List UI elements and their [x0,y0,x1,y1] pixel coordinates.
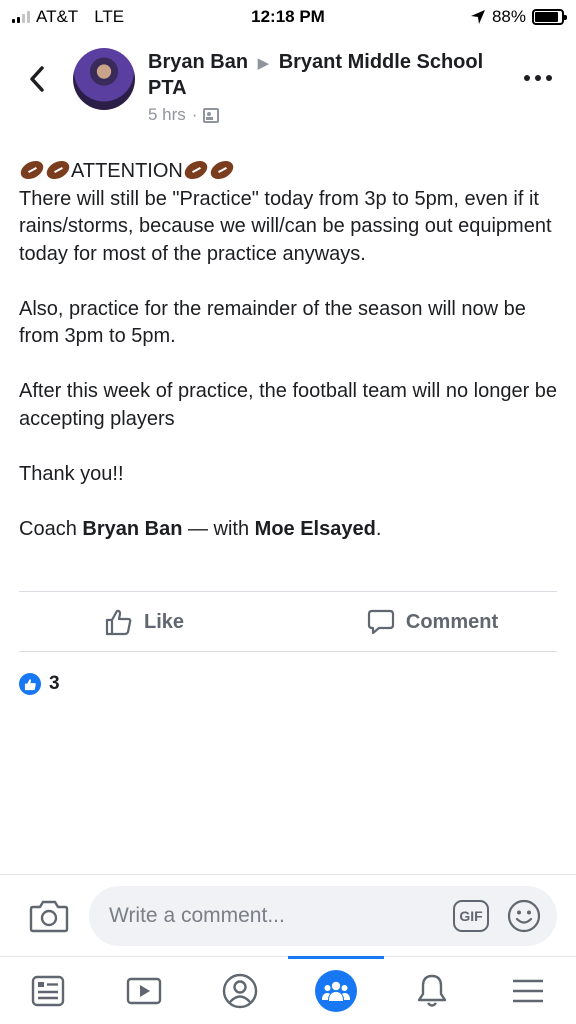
post-meta: 5 hrs · [148,105,220,125]
signoff-author-link[interactable]: Bryan Ban [82,518,182,540]
signoff-period: . [375,517,382,540]
location-arrow-icon [470,10,485,24]
attention-text: ATTENTION [71,160,183,182]
paragraph-3: After this week of practice, the footbal… [19,380,558,430]
bell-icon [417,974,447,1007]
like-reaction-icon [19,673,41,695]
watch-icon [126,977,162,1004]
football-icon [19,160,45,180]
arrow-icon: ▶ [257,55,270,72]
meta-separator: · [191,105,198,124]
tab-groups[interactable] [288,956,384,1024]
menu-icon [513,979,543,1002]
paragraph-4: Thank you!! [19,462,124,485]
camera-icon [29,900,69,933]
battery-fill [535,12,558,22]
camera-button[interactable] [29,898,69,934]
dot-icon [546,75,552,81]
profile-icon [222,973,258,1008]
reaction-count: 3 [49,673,60,694]
dot-icon [524,75,530,81]
post-signoff: Coach Bryan Ban — with Moe Elsayed. [19,516,559,544]
avatar[interactable] [73,48,135,110]
reactions-summary[interactable]: 3 [19,673,60,695]
football-icon [45,160,71,180]
divider [19,651,557,652]
emoji-icon[interactable] [507,899,541,933]
divider [19,591,557,592]
battery-percent: 88% [491,7,526,26]
comment-input[interactable] [109,904,453,928]
paragraph-2: Also, practice for the remainder of the … [19,297,526,348]
groups-icon [315,969,357,1012]
more-options-button[interactable] [524,68,552,88]
paragraph-1: There will still be "Practice" today fro… [19,187,552,265]
thumbs-up-icon [105,609,132,636]
football-icon [183,160,209,180]
post-header: Bryan Ban ▶ Bryant Middle School PTA 5 h… [0,44,576,134]
clock: 12:18 PM [251,7,325,26]
football-icon [209,160,235,180]
tab-profile[interactable] [192,957,288,1024]
comment-composer: GIF [89,886,557,946]
action-bar: Like Comment [0,593,576,651]
signoff-with: — with [187,517,250,540]
bottom-tab-bar [0,956,576,1024]
signoff-prefix: Coach [19,517,77,540]
post-paragraph: ATTENTION There will still be "Practice"… [19,158,559,268]
comment-label: Comment [405,610,499,633]
status-bar: AT&T LTE 12:18 PM 88% [0,0,576,34]
battery-icon [532,9,567,25]
signal-icon [12,11,30,23]
tab-notifications[interactable] [384,957,480,1024]
comment-button[interactable]: Comment [288,593,576,651]
comment-bubble-icon [367,609,394,635]
tab-watch[interactable] [96,957,192,1024]
carrier-label: AT&T [36,7,79,26]
gif-button[interactable]: GIF [453,900,489,932]
news-feed-icon [31,975,65,1006]
post-author-line: Bryan Ban ▶ Bryant Middle School PTA [148,50,488,101]
dot-icon [535,75,541,81]
post-paragraph: Also, practice for the remainder of the … [19,296,559,351]
tagged-user-link[interactable]: Moe Elsayed [255,518,376,540]
post-paragraph: After this week of practice, the footbal… [19,378,559,433]
composer-divider [0,874,576,875]
tab-news-feed[interactable] [0,957,96,1024]
tab-menu[interactable] [480,957,576,1024]
post-paragraph: Thank you!! [19,461,559,489]
like-button[interactable]: Like [0,593,288,651]
chevron-left-icon [30,66,44,92]
network-label: LTE [94,7,125,26]
author-link[interactable]: Bryan Ban [148,51,248,73]
post-time[interactable]: 5 hrs [148,105,186,125]
audience-icon [203,107,220,123]
back-button[interactable] [22,64,52,94]
like-label: Like [143,610,185,633]
post-text: ATTENTION There will still be "Practice"… [19,158,559,571]
